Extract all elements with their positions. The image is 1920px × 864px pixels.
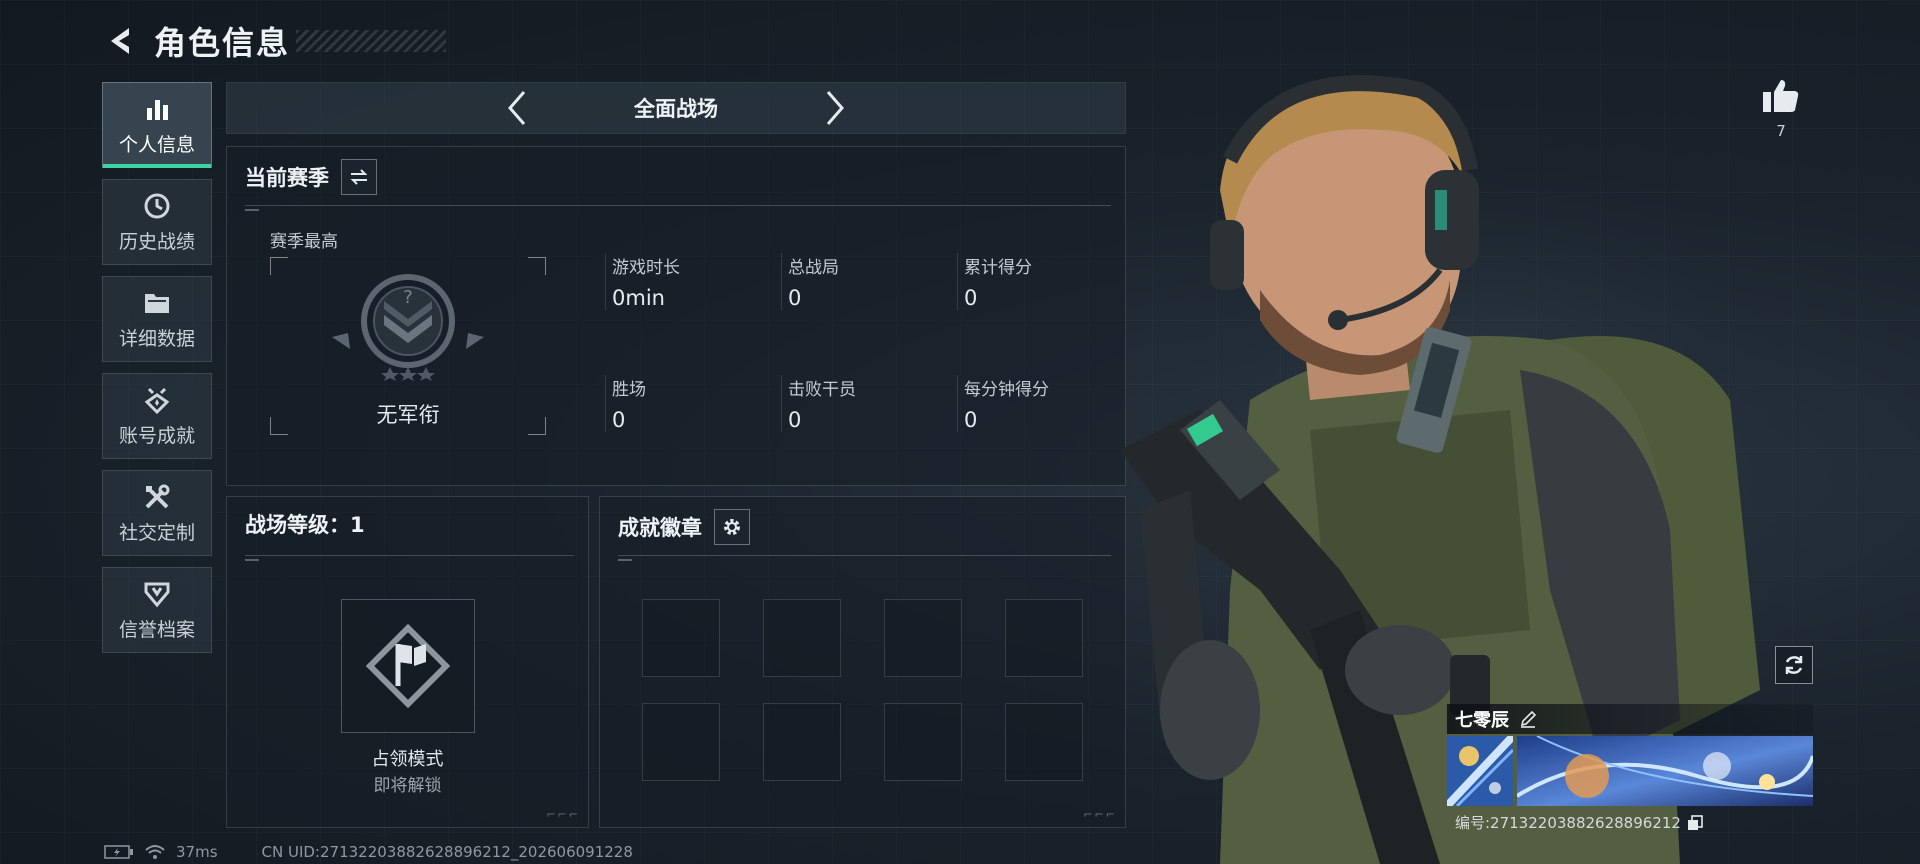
badge-slot[interactable]: [1005, 599, 1083, 677]
title-decoration: [296, 30, 447, 52]
mode-switcher: 全面战场: [226, 82, 1126, 134]
player-name: 七零辰: [1455, 710, 1509, 731]
nav-item-personal-info[interactable]: 个人信息: [102, 82, 212, 168]
like-count: 7: [1776, 122, 1786, 140]
mode-title: 全面战场: [634, 97, 718, 121]
prev-mode-button[interactable]: [496, 88, 536, 128]
nav-item-history[interactable]: 历史战绩: [102, 179, 212, 265]
player-banner[interactable]: [1517, 736, 1813, 806]
player-name-row: 七零辰: [1447, 704, 1813, 734]
badge-slot[interactable]: [763, 703, 841, 781]
refresh-icon: [1785, 656, 1803, 674]
copy-icon: [1687, 814, 1703, 830]
rank-label: 赛季最高: [270, 232, 338, 252]
nav-item-reputation[interactable]: 信誉档案: [102, 567, 212, 653]
badge-panel: 成就徽章 ⌐⌐⌐: [599, 496, 1126, 828]
folder-icon: [142, 288, 172, 318]
bar-chart-icon: [142, 94, 172, 124]
stat-value: 0: [612, 408, 626, 432]
avatar[interactable]: [1447, 736, 1513, 806]
nav-label: 账号成就: [118, 424, 195, 447]
status-bar: 37ms CN UID:271322038826288962​12_202606…: [104, 843, 633, 861]
swap-icon: [350, 169, 368, 185]
badge-slot[interactable]: [763, 599, 841, 677]
season-header: 当前赛季: [245, 159, 377, 195]
player-card: 七零辰 编: [1447, 704, 1813, 833]
thumbs-up-icon: [1763, 80, 1799, 112]
badge-slot[interactable]: [642, 599, 720, 677]
nav-label: 社交定制: [118, 521, 195, 544]
stat-kills: 击败干员 0: [781, 375, 956, 432]
badge-slot[interactable]: [642, 703, 720, 781]
player-id-row: 编号:2713220388262889621​2: [1447, 812, 1813, 833]
wifi-icon: [145, 845, 165, 859]
clock-icon: [142, 191, 172, 221]
rank-box: ? 无军衔: [270, 257, 546, 435]
next-mode-button[interactable]: [816, 88, 856, 128]
divider: [618, 555, 1111, 561]
like-button[interactable]: 7: [1758, 78, 1804, 140]
shield-icon: [142, 579, 172, 609]
mode-name: 占领模式: [371, 749, 444, 770]
nav-label: 信誉档案: [118, 618, 195, 641]
refresh-button[interactable]: [1775, 646, 1813, 684]
switch-season-button[interactable]: [341, 159, 377, 195]
mode-status: 即将解锁: [373, 776, 442, 796]
side-nav: 个人信息 历史战绩 详细数据 账号成就 社交定制 信誉档案: [102, 82, 212, 664]
chevron-left-icon: [508, 91, 526, 125]
stat-total-matches: 总战局 0: [781, 253, 956, 310]
badge-slot[interactable]: [1005, 703, 1083, 781]
divider: [245, 555, 574, 561]
tools-icon: [142, 482, 172, 512]
banner-row: [1447, 736, 1813, 806]
badge-settings-button[interactable]: [714, 509, 750, 545]
nav-label: 详细数据: [118, 327, 195, 350]
rank-name: 无军衔: [376, 403, 440, 427]
page-header: 角色信息: [104, 18, 447, 64]
star-badge-icon: [142, 385, 172, 415]
player-id: 编号:2713220388262889621​2: [1455, 814, 1681, 832]
stat-label: 击败干员: [788, 380, 856, 400]
battery-icon: [104, 845, 133, 859]
pencil-icon: [1520, 710, 1537, 728]
stat-label: 总战局: [788, 258, 839, 278]
stat-label: 胜场: [612, 380, 646, 400]
nav-label: 个人信息: [118, 133, 195, 156]
divider: [245, 205, 1111, 211]
badge-slot[interactable]: [884, 703, 962, 781]
stat-label: 游戏时长: [612, 258, 680, 278]
badge-slot[interactable]: [884, 599, 962, 677]
nav-item-detailed-data[interactable]: 详细数据: [102, 276, 212, 362]
season-title: 当前赛季: [245, 166, 329, 190]
mode-unlock-card[interactable]: [341, 599, 475, 733]
stat-wins: 胜场 0: [605, 375, 780, 432]
nav-item-achievements[interactable]: 账号成就: [102, 373, 212, 459]
chevron-right-icon: [826, 91, 844, 125]
badge-title: 成就徽章: [618, 516, 702, 540]
back-button[interactable]: [104, 23, 140, 59]
page-title: 角色信息: [154, 24, 291, 62]
level-title: 战场等级：1: [245, 513, 365, 537]
badge-header: 成就徽章: [618, 509, 750, 545]
nav-item-social[interactable]: 社交定制: [102, 470, 212, 556]
corner-decoration: ⌐⌐⌐: [546, 808, 580, 821]
svg-text:?: ?: [403, 287, 413, 308]
level-panel: 战场等级：1 占领模式 即将解锁 ⌐⌐⌐: [226, 496, 589, 828]
nav-label: 历史战绩: [118, 230, 195, 253]
stat-value: 0: [788, 408, 802, 432]
level-header: 战场等级：1: [245, 509, 365, 539]
back-arrow-icon: [111, 28, 129, 54]
uid-line: CN UID:271322038826288962​12_20260609122…: [261, 843, 633, 861]
flag-diamond-icon: [365, 623, 451, 709]
ping-value: 37ms: [176, 843, 218, 861]
copy-id-button[interactable]: [1687, 814, 1703, 831]
season-panel: 当前赛季 赛季最高 ? 无军衔 游戏时长 0min 总战局 0 累计得分 0 胜…: [226, 146, 1126, 486]
gear-icon: [724, 519, 740, 535]
stat-play-time: 游戏时长 0min: [605, 253, 780, 310]
rank-emblem-icon: ?: [332, 274, 484, 381]
stat-value: 0: [788, 286, 802, 310]
stat-value: 0min: [612, 286, 665, 310]
edit-name-button[interactable]: [1519, 710, 1537, 728]
